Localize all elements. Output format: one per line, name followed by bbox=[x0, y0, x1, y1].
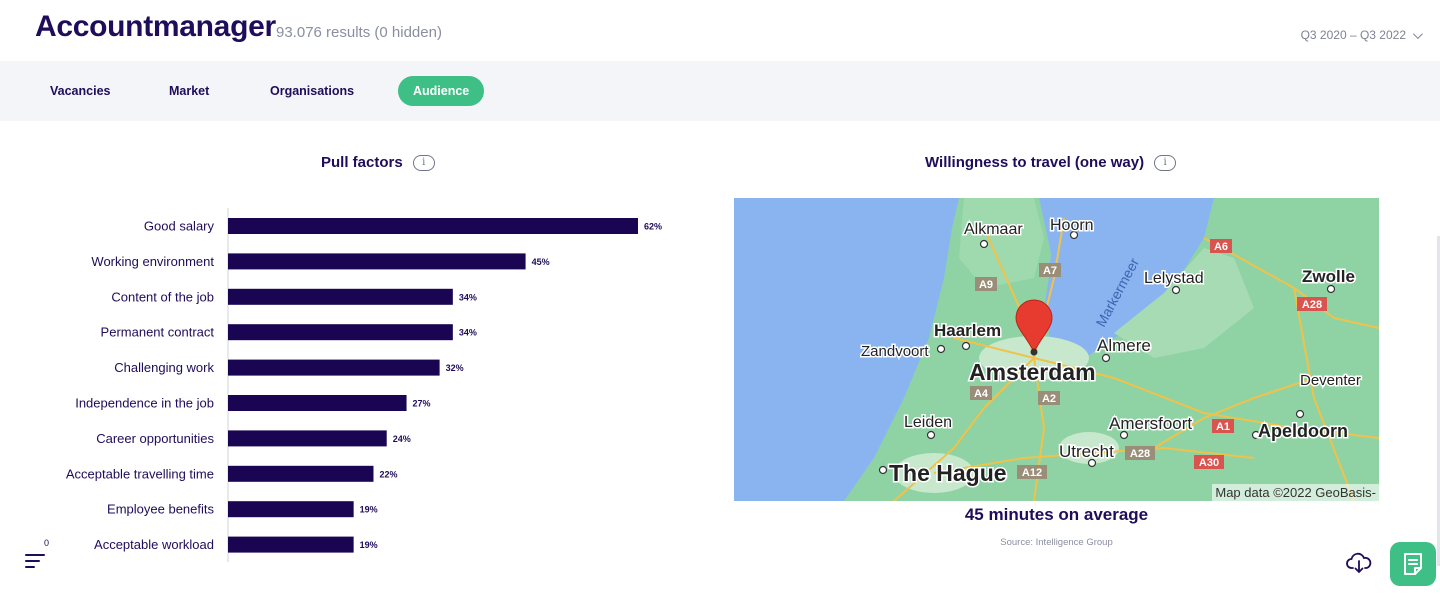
category-label: Employee benefits bbox=[107, 502, 214, 517]
map-label-zwolle: Zwolle bbox=[1302, 267, 1355, 286]
map-label-amsterdam: Amsterdam bbox=[969, 359, 1096, 385]
value-label: 19% bbox=[360, 505, 378, 515]
category-label: Challenging work bbox=[114, 360, 214, 375]
map-label-the-hague: The Hague bbox=[889, 460, 1007, 486]
tab-organisations[interactable]: Organisations bbox=[270, 76, 354, 106]
report-button[interactable] bbox=[1390, 542, 1436, 586]
results-count: 93.076 results (0 hidden) bbox=[276, 24, 442, 41]
map-label-utrecht: Utrecht bbox=[1059, 442, 1114, 461]
category-label: Acceptable workload bbox=[94, 537, 214, 552]
bar[interactable] bbox=[228, 536, 354, 553]
bar[interactable] bbox=[228, 395, 407, 411]
tab-bar: Vacancies Market Organisations Audience bbox=[0, 61, 1440, 121]
travel-average: 45 minutes on average bbox=[964, 505, 1149, 524]
value-label: 19% bbox=[360, 540, 378, 550]
map-label-apeldoorn: Apeldoorn bbox=[1258, 421, 1348, 441]
map-label-alkmaar: Alkmaar bbox=[964, 221, 1023, 238]
category-label: Content of the job bbox=[111, 289, 214, 304]
cloud-download-icon[interactable] bbox=[1346, 552, 1372, 574]
map-label-deventer: Deventer bbox=[1300, 372, 1361, 389]
value-label: 34% bbox=[459, 328, 477, 338]
value-label: 24% bbox=[393, 434, 411, 444]
value-label: 45% bbox=[532, 257, 550, 267]
info-icon[interactable]: i bbox=[1154, 154, 1177, 171]
value-label: 62% bbox=[644, 222, 662, 232]
bar[interactable] bbox=[228, 465, 374, 482]
category-label: Acceptable travelling time bbox=[66, 466, 214, 481]
category-label: Working environment bbox=[91, 254, 214, 269]
value-label: 27% bbox=[413, 399, 431, 409]
svg-text:A12: A12 bbox=[1022, 467, 1042, 479]
map-label-almere: Almere bbox=[1097, 336, 1151, 355]
travel-title-text: Willingness to travel (one way) bbox=[925, 154, 1145, 171]
bar[interactable] bbox=[228, 218, 638, 234]
svg-text:A4: A4 bbox=[974, 388, 989, 400]
map-label-zandvoort: Zandvoort bbox=[861, 343, 929, 360]
bar[interactable] bbox=[228, 430, 387, 447]
category-label: Career opportunities bbox=[96, 431, 214, 446]
bar[interactable] bbox=[228, 288, 453, 305]
source-note: Source: Intelligence Group bbox=[1000, 537, 1113, 548]
tab-market[interactable]: Market bbox=[169, 76, 209, 106]
map-label-amersfoort: Amersfoort bbox=[1109, 414, 1192, 433]
map-canvas: A6 A7 A9 A28 A4 A2 A1 A28 A30 A12 Alkmaa… bbox=[844, 198, 1379, 501]
svg-text:A1: A1 bbox=[1216, 421, 1230, 433]
tab-vacancies[interactable]: Vacancies bbox=[50, 76, 110, 106]
travel-title: Willingness to travel (one way) i bbox=[925, 154, 1177, 171]
date-range-label: Q3 2020 – Q3 2022 bbox=[1300, 28, 1406, 42]
svg-text:A9: A9 bbox=[979, 279, 993, 291]
bar[interactable] bbox=[228, 253, 526, 270]
document-icon bbox=[1404, 553, 1422, 575]
pull-factors-chart: Good salary 62% Working environment 45% Cont… bbox=[66, 208, 662, 562]
pull-factors-title-text: Pull factors bbox=[321, 154, 403, 171]
map-attribution: Map data ©2022 GeoBasis- bbox=[1212, 484, 1379, 501]
bar[interactable] bbox=[228, 324, 453, 341]
value-label: 22% bbox=[379, 469, 397, 479]
map-label-lelystad: Lelystad bbox=[1144, 270, 1204, 287]
filter-button[interactable]: 0 bbox=[8, 536, 74, 582]
tab-audience[interactable]: Audience bbox=[398, 76, 485, 106]
bar[interactable] bbox=[228, 359, 440, 376]
bar[interactable] bbox=[228, 501, 354, 518]
filter-icon bbox=[25, 554, 45, 570]
svg-text:A30: A30 bbox=[1199, 457, 1219, 469]
svg-text:A7: A7 bbox=[1043, 265, 1057, 277]
value-label: 34% bbox=[459, 292, 477, 302]
filter-count-badge: 0 bbox=[44, 538, 50, 548]
svg-text:A28: A28 bbox=[1302, 299, 1322, 311]
category-label: Good salary bbox=[144, 219, 215, 234]
category-label: Permanent contract bbox=[101, 325, 215, 340]
travel-map[interactable]: A6 A7 A9 A28 A4 A2 A1 A28 A30 A12 Alkmaa… bbox=[734, 198, 1379, 501]
pull-factors-title: Pull factors i bbox=[321, 154, 435, 171]
category-label: Independence in the job bbox=[75, 396, 214, 411]
page-title: Accountmanager bbox=[35, 10, 276, 43]
date-range-selector[interactable]: Q3 2020 – Q3 2022 bbox=[1300, 28, 1423, 42]
info-icon[interactable]: i bbox=[412, 154, 435, 171]
value-label: 32% bbox=[446, 363, 464, 373]
map-label-haarlem: Haarlem bbox=[934, 321, 1001, 340]
chevron-down-icon bbox=[1412, 28, 1423, 39]
map-label-leiden: Leiden bbox=[904, 414, 952, 431]
svg-text:A6: A6 bbox=[1214, 241, 1228, 253]
svg-text:A2: A2 bbox=[1042, 393, 1056, 405]
svg-text:A28: A28 bbox=[1130, 448, 1150, 460]
map-label-hoorn: Hoorn bbox=[1050, 217, 1094, 234]
